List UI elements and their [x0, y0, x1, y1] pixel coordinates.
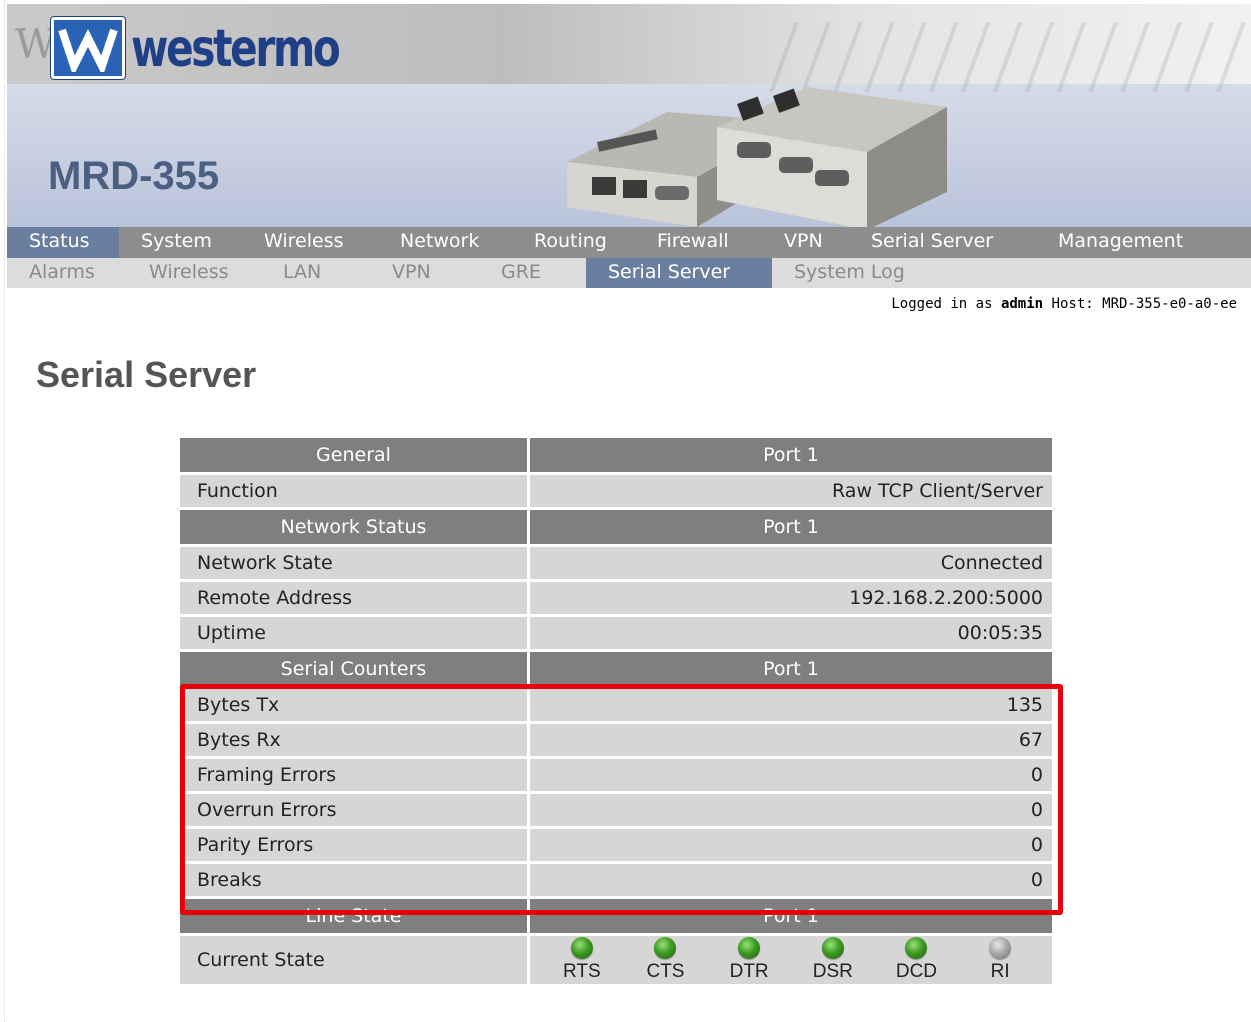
main-nav: Status System Wireless Network Routing F…: [7, 227, 1251, 258]
nav-firewall[interactable]: Firewall: [635, 227, 751, 258]
led-cts: CTS: [635, 937, 695, 983]
table-row: Parity Errors 0: [180, 829, 1052, 861]
table-header-row: Line State Port 1: [180, 899, 1052, 933]
westermo-logo-icon: [51, 17, 125, 79]
led-off-icon: [989, 937, 1012, 959]
led-label: RTS: [562, 961, 601, 982]
login-prefix: Logged in as: [891, 296, 993, 312]
subnav-lan[interactable]: LAN: [261, 258, 343, 288]
logo-ghost-mark: W: [15, 22, 57, 68]
table-row: Breaks 0: [180, 864, 1052, 896]
table-row: Framing Errors 0: [180, 759, 1052, 791]
row-label: Breaks: [180, 864, 527, 896]
login-info: Logged in as admin Host: MRD-355-e0-a0-e…: [891, 296, 1237, 312]
header-serial-counters: Serial Counters: [180, 652, 527, 686]
row-label: Current State: [180, 936, 527, 984]
led-on-icon: [738, 937, 761, 959]
header-port: Port 1: [530, 652, 1052, 686]
row-label: Uptime: [180, 617, 527, 649]
row-value: 135: [530, 689, 1052, 721]
header-port: Port 1: [530, 510, 1052, 544]
led-on-icon: [654, 937, 677, 959]
subnav-wireless[interactable]: Wireless: [127, 258, 251, 288]
table-header-row: Network Status Port 1: [180, 510, 1052, 544]
table-row: Overrun Errors 0: [180, 794, 1052, 826]
row-value: 0: [530, 864, 1052, 896]
table-row: Bytes Tx 135: [180, 689, 1052, 721]
led-label: RI: [990, 961, 1010, 982]
led-label: DSR: [812, 961, 853, 982]
row-value: 0: [530, 794, 1052, 826]
page-title: Serial Server: [36, 354, 257, 395]
nav-network[interactable]: Network: [378, 227, 501, 258]
table-row: Bytes Rx 67: [180, 724, 1052, 756]
led-label: DTR: [729, 961, 769, 982]
nav-serial-server[interactable]: Serial Server: [849, 227, 1015, 258]
table-row: Uptime 00:05:35: [180, 617, 1052, 649]
table-row: Current State RTS CTS DTR DSR DCD RI: [180, 936, 1052, 984]
logo-wordmark: westermo: [131, 19, 341, 79]
header-line-state: Line State: [180, 899, 527, 933]
nav-status[interactable]: Status: [7, 227, 119, 258]
led-on-icon: [570, 937, 593, 959]
nav-vpn[interactable]: VPN: [762, 227, 845, 258]
row-value: 192.168.2.200:5000: [530, 582, 1052, 614]
row-value: 0: [530, 759, 1052, 791]
login-host-label: Host:: [1051, 296, 1094, 312]
row-value: Raw TCP Client/Server: [530, 475, 1052, 507]
sub-nav: Alarms Wireless LAN VPN GRE Serial Serve…: [7, 258, 1251, 288]
subnav-alarms[interactable]: Alarms: [7, 258, 117, 288]
row-label: Network State: [180, 547, 527, 579]
table-row: Network State Connected: [180, 547, 1052, 579]
row-value: 0: [530, 829, 1052, 861]
line-state-leds: RTS CTS DTR DSR DCD RI: [530, 936, 1052, 984]
led-on-icon: [821, 937, 844, 959]
header-network-status: Network Status: [180, 510, 527, 544]
nav-management[interactable]: Management: [1036, 227, 1205, 258]
led-dcd: DCD: [886, 937, 946, 983]
subnav-gre[interactable]: GRE: [479, 258, 563, 288]
row-label: Remote Address: [180, 582, 527, 614]
led-dsr: DSR: [803, 937, 863, 983]
row-label: Framing Errors: [180, 759, 527, 791]
login-user: admin: [1000, 296, 1044, 312]
device-model: MRD-355: [48, 154, 220, 198]
subnav-system-log[interactable]: System Log: [772, 258, 927, 288]
row-label: Parity Errors: [180, 829, 527, 861]
led-ri: RI: [970, 937, 1030, 983]
row-value: 00:05:35: [530, 617, 1052, 649]
subnav-vpn[interactable]: VPN: [370, 258, 453, 288]
table-header-row: Serial Counters Port 1: [180, 652, 1052, 686]
led-on-icon: [905, 937, 928, 959]
header-general: General: [180, 438, 527, 472]
row-label: Bytes Tx: [180, 689, 527, 721]
led-label: DCD: [895, 961, 938, 982]
table-header-row: General Port 1: [180, 438, 1052, 472]
row-label: Bytes Rx: [180, 724, 527, 756]
subnav-serial-server[interactable]: Serial Server: [586, 258, 772, 288]
header-port: Port 1: [530, 899, 1052, 933]
nav-routing[interactable]: Routing: [512, 227, 629, 258]
table-row: Remote Address 192.168.2.200:5000: [180, 582, 1052, 614]
row-value: 67: [530, 724, 1052, 756]
led-label: CTS: [646, 961, 685, 982]
header-banner: W westermo MRD-355: [7, 4, 1251, 227]
login-host: MRD-355-e0-a0-ee: [1102, 296, 1237, 312]
led-dtr: DTR: [719, 937, 779, 983]
row-value: Connected: [530, 547, 1052, 579]
table-row: Function Raw TCP Client/Server: [180, 475, 1052, 507]
led-rts: RTS: [552, 937, 612, 983]
nav-system[interactable]: System: [119, 227, 234, 258]
header-port: Port 1: [530, 438, 1052, 472]
row-label: Overrun Errors: [180, 794, 527, 826]
device-image: [567, 87, 947, 227]
row-label: Function: [180, 475, 527, 507]
nav-wireless[interactable]: Wireless: [242, 227, 366, 258]
